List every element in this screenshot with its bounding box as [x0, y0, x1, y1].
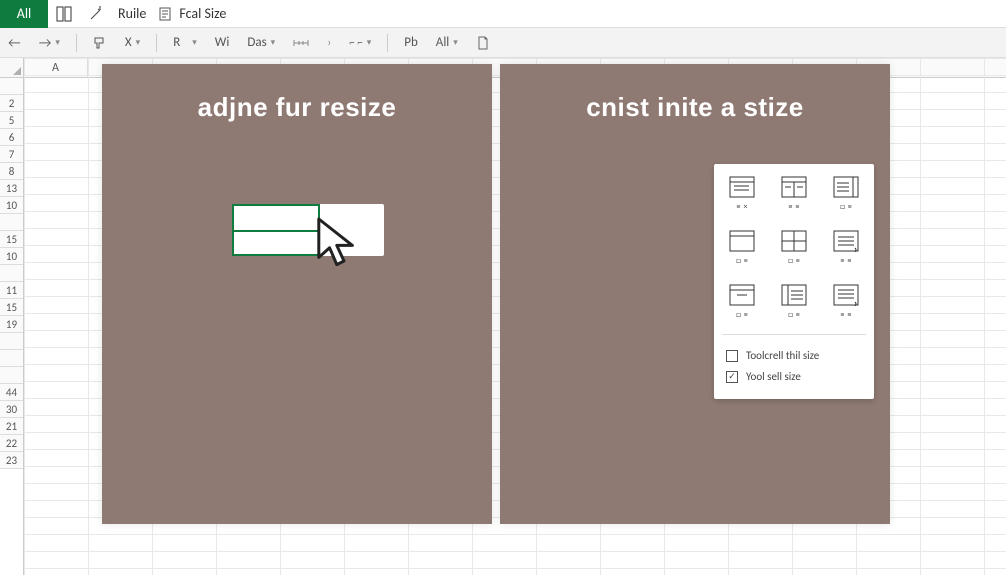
row-header[interactable]: [0, 214, 23, 231]
wand-icon[interactable]: [84, 2, 108, 26]
left-panel: adjne fur resize: [102, 64, 492, 524]
checkbox-checked-icon: ✓: [726, 371, 738, 383]
right-panel-title: cnist inite a stize: [500, 92, 890, 123]
row-header[interactable]: 5: [0, 112, 23, 129]
das-dropdown[interactable]: Das▾: [243, 35, 279, 50]
toolbar: ← →▾ X▾ R▾ Wi Das▾ › ⌐ ⌐▾ Pb All▾: [0, 28, 1006, 58]
row-header[interactable]: 10: [0, 197, 23, 214]
size-option-1[interactable]: ≡×: [724, 176, 760, 212]
row-header[interactable]: 2: [0, 95, 23, 112]
chevron-right-icon[interactable]: ›: [323, 36, 335, 50]
size-option-4[interactable]: + □≡: [724, 230, 760, 266]
size-option-7[interactable]: % □≡: [724, 284, 760, 320]
size-option-5[interactable]: □≡: [776, 230, 812, 266]
row-header[interactable]: 15: [0, 231, 23, 248]
row-header[interactable]: [0, 333, 23, 350]
title-bar: All Ruile Fcal Size: [0, 0, 1006, 28]
all-dropdown[interactable]: All▾: [432, 35, 462, 50]
ruile-button[interactable]: Ruile: [112, 5, 152, 22]
row-header[interactable]: 13: [0, 180, 23, 197]
yool-sell-size-option[interactable]: ✓ Yool sell size: [724, 366, 864, 387]
size-option-3[interactable]: □≡: [828, 176, 864, 212]
row-header[interactable]: 15: [0, 299, 23, 316]
row-header[interactable]: 19: [0, 316, 23, 333]
layout-icon[interactable]: [52, 2, 76, 26]
row-header[interactable]: 44: [0, 384, 23, 401]
wi-button[interactable]: Wi: [211, 35, 234, 50]
row-header[interactable]: 11: [0, 282, 23, 299]
row-header[interactable]: 8: [0, 163, 23, 180]
row-header[interactable]: 6: [0, 129, 23, 146]
icon-grid: ≡× ≡≡ □≡ + □≡ □≡ ≡≡ %: [724, 176, 864, 320]
paint-icon[interactable]: [89, 36, 111, 50]
row-header[interactable]: [0, 78, 23, 95]
size-option-2[interactable]: ≡≡: [776, 176, 812, 212]
row-header[interactable]: 23: [0, 452, 23, 469]
right-panel: cnist inite a stize ≡× ≡≡ □≡ + □≡ □≡: [500, 64, 890, 524]
row-header[interactable]: 21: [0, 418, 23, 435]
pb-button[interactable]: Pb: [400, 35, 422, 50]
toolcrell-size-option[interactable]: Toolcrell thil size: [724, 345, 864, 366]
size-option-6[interactable]: ≡≡: [828, 230, 864, 266]
left-panel-title: adjne fur resize: [102, 92, 492, 123]
cursor-icon: [314, 214, 362, 272]
select-all-corner[interactable]: [0, 58, 23, 78]
size-popup: ≡× ≡≡ □≡ + □≡ □≡ ≡≡ %: [714, 164, 874, 399]
fcal-size-button[interactable]: Fcal Size: [152, 5, 232, 22]
back-button[interactable]: ←: [4, 34, 25, 51]
row-header[interactable]: 22: [0, 435, 23, 452]
forward-button[interactable]: →▾: [35, 34, 64, 51]
row-header[interactable]: [0, 350, 23, 367]
document-icon[interactable]: [472, 36, 494, 50]
checkbox-icon: [726, 350, 738, 362]
row-header[interactable]: 10: [0, 248, 23, 265]
separator: [387, 34, 388, 52]
x-button[interactable]: X▾: [121, 35, 144, 50]
separator: [156, 34, 157, 52]
r-dropdown[interactable]: R▾: [169, 35, 201, 50]
size-option-9[interactable]: ≡≡: [828, 284, 864, 320]
row-header[interactable]: 30: [0, 401, 23, 418]
divider: [722, 334, 866, 335]
row-header[interactable]: 7: [0, 146, 23, 163]
all-button[interactable]: All: [0, 0, 48, 28]
fl-dropdown[interactable]: ⌐ ⌐▾: [345, 36, 375, 49]
row-header[interactable]: [0, 265, 23, 282]
selected-cells: [232, 204, 320, 256]
spacing-icon[interactable]: [289, 37, 313, 49]
size-option-8[interactable]: □≡: [776, 284, 812, 320]
row-header[interactable]: [0, 367, 23, 384]
separator: [76, 34, 77, 52]
row-headers: 2 5 6 7 8 13 10 15 10 11 15 19 44 30 21 …: [0, 58, 24, 575]
